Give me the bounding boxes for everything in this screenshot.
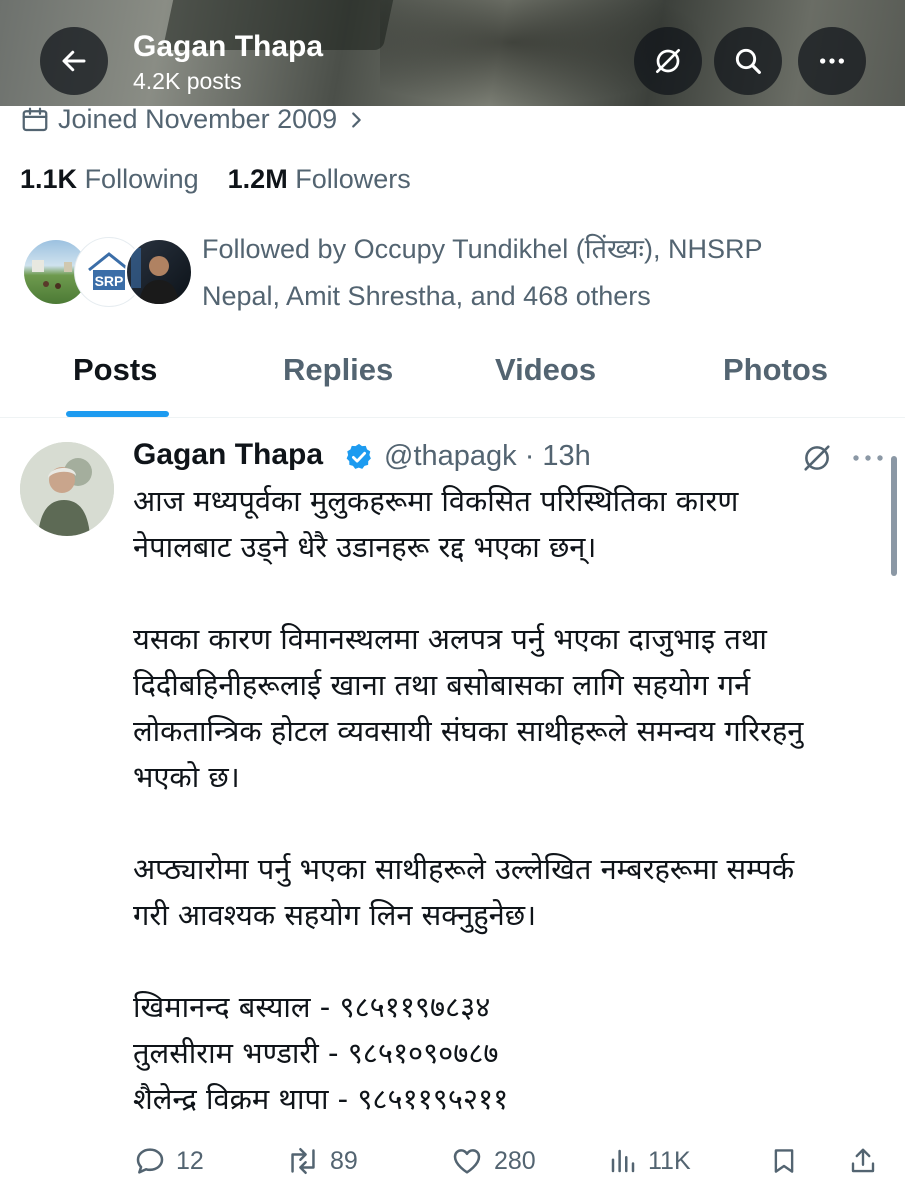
reply-icon bbox=[136, 1148, 164, 1174]
follow-counts: 1.1K Following 1.2M Followers bbox=[20, 164, 411, 195]
post-author-name[interactable]: Gagan Thapa bbox=[133, 438, 323, 472]
following-label: Following bbox=[84, 164, 199, 194]
views-button[interactable]: 11K bbox=[608, 1145, 691, 1177]
post-author-avatar[interactable] bbox=[20, 442, 114, 536]
arrow-left-icon bbox=[62, 50, 86, 72]
header-name: Gagan Thapa bbox=[133, 30, 324, 63]
post-more-icon[interactable] bbox=[850, 446, 886, 470]
share-icon bbox=[851, 1148, 875, 1173]
reply-count: 12 bbox=[176, 1146, 204, 1175]
share-button[interactable] bbox=[848, 1145, 878, 1177]
followers-link[interactable]: 1.2M Followers bbox=[228, 164, 411, 194]
tab-replies[interactable]: Replies bbox=[283, 352, 393, 388]
joined-row[interactable]: Joined November 2009 bbox=[20, 104, 367, 135]
joined-date: Joined November 2009 bbox=[58, 104, 338, 134]
post-meta: @thapagk · 13h bbox=[384, 440, 591, 473]
verified-badge-icon bbox=[346, 443, 371, 469]
bookmark-icon bbox=[774, 1149, 794, 1173]
views-chart-icon bbox=[611, 1149, 635, 1173]
reply-button[interactable]: 12 bbox=[134, 1145, 204, 1177]
followers-label: Followers bbox=[295, 164, 411, 194]
tab-videos[interactable]: Videos bbox=[495, 352, 596, 388]
tab-photos[interactable]: Photos bbox=[723, 352, 828, 388]
header-posts-count: 4.2K posts bbox=[133, 68, 242, 94]
search-icon bbox=[735, 48, 761, 74]
repost-count: 89 bbox=[330, 1146, 358, 1175]
back-button[interactable] bbox=[40, 27, 108, 95]
chevron-right-icon bbox=[352, 111, 361, 128]
follower-avatar-amit[interactable] bbox=[125, 238, 193, 306]
repost-button[interactable]: 89 bbox=[286, 1145, 358, 1177]
heart-icon bbox=[453, 1149, 481, 1174]
author-photo bbox=[20, 442, 114, 536]
views-count: 11K bbox=[648, 1146, 691, 1175]
more-options-button[interactable] bbox=[798, 27, 866, 95]
calendar-icon bbox=[22, 107, 48, 131]
grok-icon bbox=[656, 49, 680, 73]
grok-post-icon[interactable] bbox=[800, 441, 834, 475]
post-time[interactable]: · 13h bbox=[525, 440, 591, 472]
post-text: आज मध्यपूर्वका मुलुकहरूमा विकसित परिस्थि… bbox=[133, 484, 804, 1116]
following-link[interactable]: 1.1K Following bbox=[20, 164, 199, 194]
tab-posts[interactable]: Posts bbox=[73, 352, 157, 388]
tabs-divider bbox=[0, 417, 905, 418]
repost-icon bbox=[291, 1147, 315, 1175]
more-icon bbox=[820, 58, 844, 64]
amit-photo bbox=[131, 248, 179, 304]
like-count: 280 bbox=[494, 1146, 536, 1175]
grok-button[interactable] bbox=[634, 27, 702, 95]
srp-logo-text: SRP bbox=[95, 273, 124, 289]
like-button[interactable]: 280 bbox=[450, 1145, 536, 1177]
search-button[interactable] bbox=[714, 27, 782, 95]
post-author-handle[interactable]: @thapagk bbox=[384, 440, 517, 472]
followed-by-text[interactable]: Followed by Occupy Tundikhel (तिंख्यः), … bbox=[202, 226, 842, 320]
following-count: 1.1K bbox=[20, 164, 78, 194]
bookmark-button[interactable] bbox=[769, 1145, 799, 1177]
followers-count: 1.2M bbox=[227, 164, 288, 194]
